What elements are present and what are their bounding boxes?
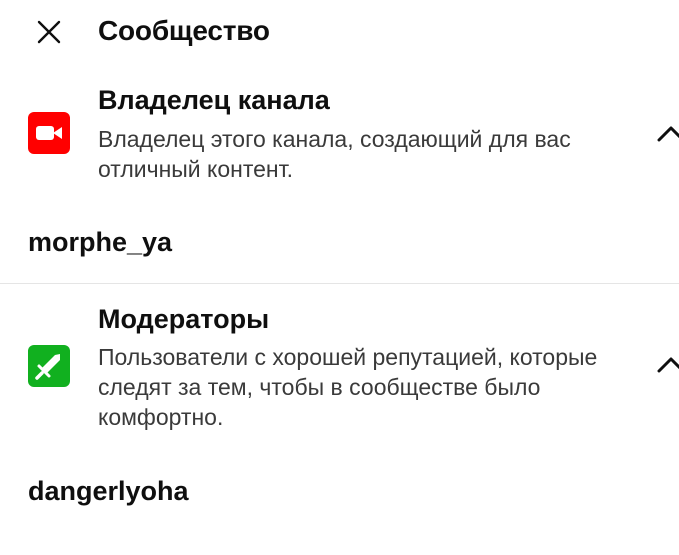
member-item[interactable]: morphe_ya xyxy=(28,226,172,258)
chevron-up-icon xyxy=(657,357,679,373)
chevron-up-icon xyxy=(657,126,679,142)
collapse-chevron-owner[interactable] xyxy=(651,118,679,148)
role-title-moderators: Модераторы xyxy=(98,304,270,334)
role-section-moderators: Модераторы Пользователи с хорошей репута… xyxy=(0,284,679,555)
role-title-owner: Владелец канала xyxy=(98,85,330,115)
sword-icon xyxy=(28,345,70,387)
role-section-owner: Владелец канала Владелец этого канала, с… xyxy=(0,0,679,283)
member-item[interactable]: dangerlyoha xyxy=(28,475,189,507)
role-description-moderators: Пользователи с хорошей репутацией, котор… xyxy=(98,344,598,430)
role-description-owner: Владелец этого канала, создающий для вас… xyxy=(98,126,571,182)
video-camera-icon xyxy=(28,112,70,154)
collapse-chevron-moderators[interactable] xyxy=(651,349,679,379)
